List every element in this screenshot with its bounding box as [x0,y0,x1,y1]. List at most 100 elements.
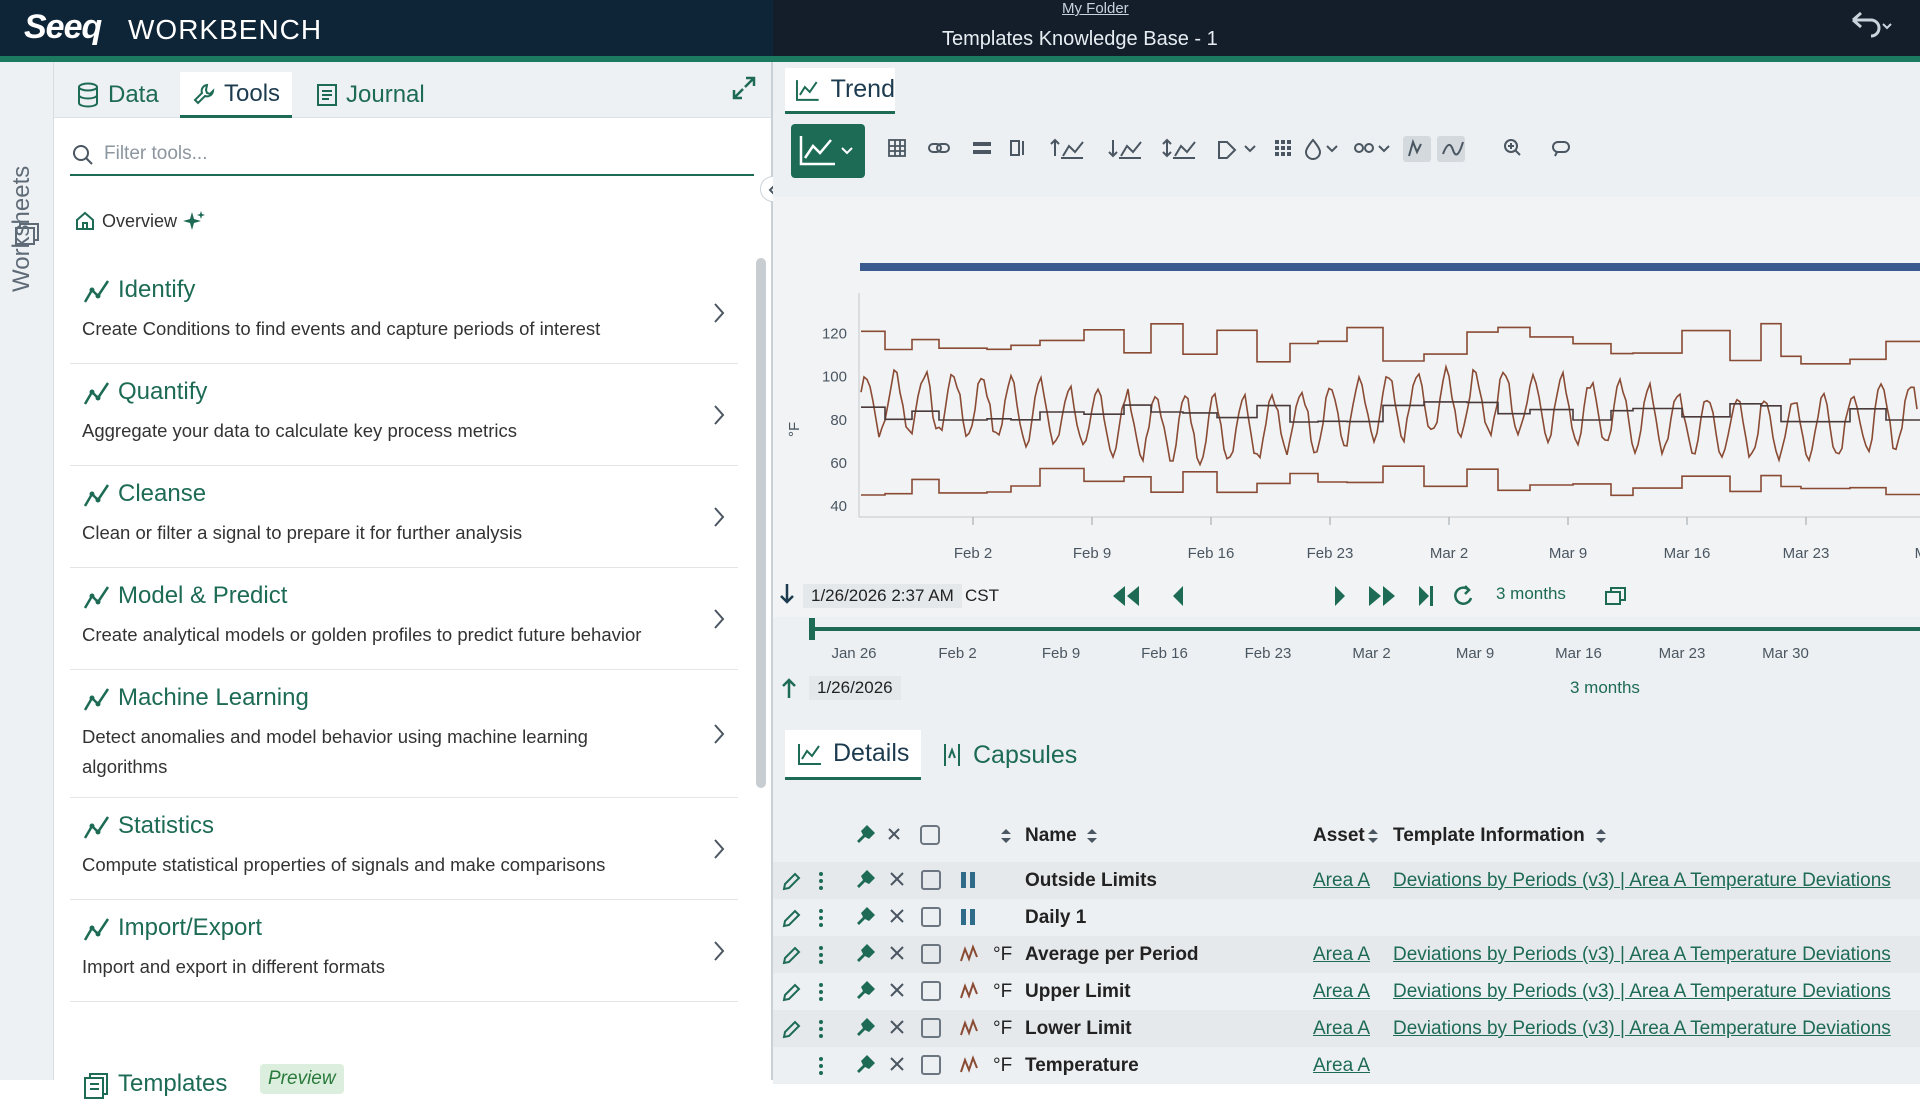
details-row[interactable]: Outside Limits Area A Deviations by Period… [773,862,1920,899]
select-all-checkbox [920,825,940,845]
templates-item[interactable]: Templates Preview [70,1062,738,1112]
pin-icon[interactable] [853,979,877,1003]
edit-icon[interactable] [781,981,801,1003]
row-template-link[interactable]: Deviations by Periods (v3) | Area A Temp… [1393,870,1891,892]
tab-journal[interactable]: Journal [316,72,425,118]
logo[interactable]: Seeq [24,8,102,47]
row-name[interactable]: Temperature [1025,1055,1139,1077]
tools-scrollbar[interactable] [756,258,766,788]
pin-icon[interactable] [853,868,877,892]
more-options-icon[interactable] [817,907,825,929]
tool-item-import-export[interactable]: Import/Export Import and export in differ… [70,900,738,1002]
arrow-down-icon[interactable] [777,582,797,606]
time-nav-controls[interactable] [1113,582,1493,610]
pin-icon[interactable] [853,905,877,929]
more-options-icon[interactable] [817,1055,825,1077]
col-template-info[interactable]: Template Information [1393,825,1585,847]
tab-tools[interactable]: Tools [180,72,293,118]
display-duration[interactable]: 3 months [1496,584,1566,604]
pin-icon[interactable] [853,1016,877,1040]
model-icon [82,582,112,612]
filter-tools-input[interactable] [102,138,742,170]
row-asset-link[interactable]: Area A [1313,981,1370,1003]
arrow-up-icon[interactable] [779,676,799,700]
investigate-range-row: Jan 26 Feb 2 Feb 9 Feb 16 Feb 23 Mar 2 Mar 9 Ma… [773,614,1920,714]
row-template-link[interactable]: Deviations by Periods (v3) | Area A Temp… [1393,1018,1891,1040]
details-row[interactable]: °F Temperature Area A [773,1047,1920,1084]
details-row[interactable]: °F Lower Limit Area A Deviations by Periods… [773,1010,1920,1047]
edit-icon[interactable] [781,1018,801,1040]
edit-icon[interactable] [781,870,801,892]
edit-icon[interactable] [781,907,801,929]
investigate-start[interactable]: 1/26/2026 [809,676,901,700]
undo-icon[interactable] [1845,8,1895,38]
row-name[interactable]: Average per Period [1025,944,1199,966]
tool-item-statistics[interactable]: Statistics Compute statistical properties… [70,798,738,900]
tab-journal-label: Journal [346,81,425,108]
row-name[interactable]: Upper Limit [1025,981,1131,1003]
row-checkbox[interactable] [921,907,941,927]
details-row[interactable]: °F Average per Period Area A Deviations by … [773,936,1920,973]
remove-icon[interactable] [889,945,905,961]
more-options-icon[interactable] [817,1018,825,1040]
tab-data[interactable]: Data [76,72,159,118]
row-checkbox[interactable] [921,944,941,964]
tool-item-model-predict[interactable]: Model & Predict Create analytical models … [70,568,738,670]
tab-capsules[interactable]: Capsules [941,730,1077,780]
investigate-duration[interactable]: 3 months [1570,678,1640,698]
row-name[interactable]: Daily 1 [1025,907,1086,929]
row-unit: °F [993,1055,1013,1076]
row-name[interactable]: Lower Limit [1025,1018,1132,1040]
range-slider[interactable]: Jan 26 Feb 2 Feb 9 Feb 16 Feb 23 Mar 2 Mar 9 Ma… [773,614,1920,714]
tool-item-quantify[interactable]: Quantify Aggregate your data to calculate… [70,364,738,466]
display-start-time[interactable]: 1/26/2026 2:37 AM [803,584,962,608]
row-checkbox[interactable] [921,870,941,890]
row-checkbox[interactable] [921,1018,941,1038]
remove-icon[interactable] [889,871,905,887]
more-options-icon[interactable] [817,870,825,892]
pin-icon[interactable] [853,1053,877,1077]
trend-chart[interactable]: 120 100 80 60 40 Feb 2 Feb 9 Feb 16 Feb 23 Mar 2… [773,197,1920,617]
details-row[interactable]: °F Upper Limit Area A Deviations by Periods… [773,973,1920,1010]
more-options-icon[interactable] [817,944,825,966]
remove-icon[interactable] [889,1019,905,1035]
row-checkbox[interactable] [921,981,941,1001]
remove-icon[interactable] [889,908,905,924]
remove-icon[interactable] [889,1056,905,1072]
timezone[interactable]: CST [965,586,999,606]
identify-icon [82,276,112,306]
row-asset-link[interactable]: Area A [1313,1055,1370,1077]
expand-icon[interactable] [730,74,758,107]
folder-breadcrumb-link[interactable]: My Folder [1062,0,1129,17]
remove-icon[interactable] [889,982,905,998]
tool-item-identify[interactable]: Identify Create Conditions to find events… [70,262,738,364]
sort-icon[interactable] [999,827,1013,845]
more-options-icon[interactable] [817,981,825,1003]
row-asset-link[interactable]: Area A [1313,944,1370,966]
row-asset-link[interactable]: Area A [1313,870,1370,892]
asset-sort-icon[interactable] [1366,827,1380,845]
row-template-link[interactable]: Deviations by Periods (v3) | Area A Temp… [1393,944,1891,966]
tab-trend[interactable]: Trend [785,68,895,114]
tab-details[interactable]: Details [785,730,922,780]
chart-type-button[interactable] [791,124,865,178]
workbook-title[interactable]: Templates Knowledge Base - 1 [942,28,1218,51]
details-row[interactable]: Daily 1 [773,899,1920,936]
pin-icon[interactable] [853,942,877,966]
name-sort-icon[interactable] [1085,827,1099,845]
col-asset[interactable]: Asset [1313,825,1365,847]
tool-item-machine-learning[interactable]: Machine Learning Detect anomalies and mod… [70,670,738,798]
trend-plot[interactable]: 120 100 80 60 40 Feb 2 Feb 9 Feb 16 Feb 23 Mar 2… [773,197,1920,617]
worksheets-icon[interactable] [12,220,40,253]
overview-link[interactable]: Overview [74,210,206,232]
edit-icon[interactable] [781,944,801,966]
row-checkbox[interactable] [921,1055,941,1075]
tool-item-cleanse[interactable]: Cleanse Clean or filter a signal to prepa… [70,466,738,568]
template-sort-icon[interactable] [1594,827,1608,845]
row-asset-link[interactable]: Area A [1313,1018,1370,1040]
col-name[interactable]: Name [1025,825,1077,847]
share-range-icon[interactable] [1603,586,1627,608]
row-name[interactable]: Outside Limits [1025,870,1157,892]
row-template-link[interactable]: Deviations by Periods (v3) | Area A Temp… [1393,981,1891,1003]
worksheets-rail[interactable]: Worksheets [0,62,54,1080]
